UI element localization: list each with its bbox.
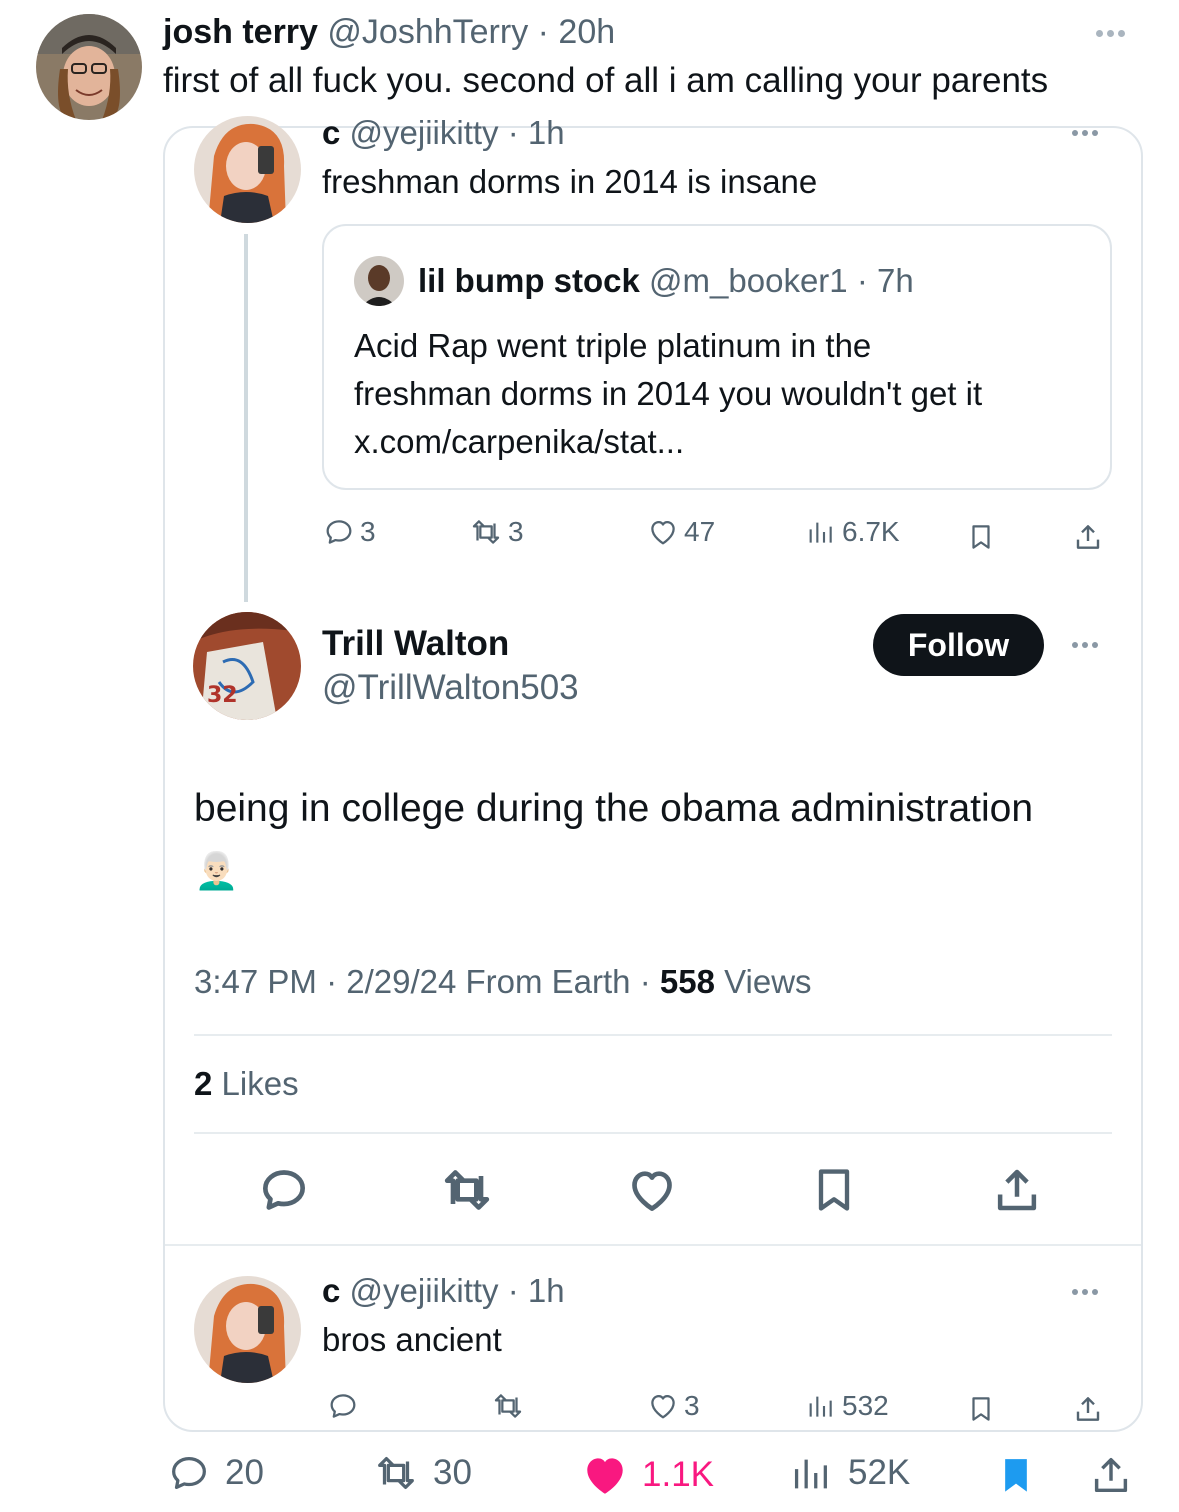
views-icon: [794, 1459, 827, 1489]
nested-author-name[interactable]: lil bump stock: [418, 262, 640, 299]
thread-line: [244, 234, 248, 602]
main-like-button[interactable]: 1.1K: [578, 1450, 714, 1500]
svg-text:32: 32: [207, 683, 238, 708]
avatar-yejiikitty[interactable]: [194, 1276, 301, 1383]
more-icon[interactable]: [1072, 642, 1098, 648]
main-post-text: first of all fuck you. second of all i a…: [163, 61, 1049, 100]
share-icon: [997, 1169, 1037, 1211]
parent-text: freshman dorms in 2014 is insane: [322, 163, 818, 200]
child-author-name[interactable]: c: [322, 1272, 340, 1309]
main-reply-button[interactable]: 20: [163, 1450, 264, 1496]
nested-link[interactable]: x.com/carpenika/stat...: [354, 418, 982, 466]
focused-post-text: being in college during the obama admini…: [194, 787, 1034, 830]
child-like-count: 3: [684, 1390, 700, 1421]
focused-bookmark-button[interactable]: [808, 1162, 860, 1218]
avatar-m-booker1[interactable]: [354, 256, 404, 306]
parent-author-name[interactable]: c: [322, 114, 340, 151]
main-bookmark-button[interactable]: [996, 1450, 1036, 1500]
child-text: bros ancient: [322, 1321, 502, 1358]
share-icon: [1076, 1397, 1100, 1421]
child-author-handle[interactable]: @yejiikitty: [350, 1272, 499, 1309]
main-like-count: 1.1K: [642, 1455, 714, 1494]
like-icon: [632, 1171, 672, 1211]
child-like-button[interactable]: 3: [646, 1389, 700, 1423]
main-repost-button[interactable]: 30: [367, 1450, 472, 1496]
focused-timestamp[interactable]: 3:47 PM · 2/29/24 From Earth ·: [194, 963, 660, 1000]
bookmark-icon: [972, 525, 990, 549]
child-views-button[interactable]: 532: [804, 1389, 889, 1423]
reply-icon: [330, 1394, 356, 1418]
avatar-trill-walton[interactable]: 32: [193, 612, 301, 720]
bookmark-icon: [1005, 1459, 1027, 1492]
parent-views-button[interactable]: 6.7K: [804, 515, 900, 549]
parent-author-handle[interactable]: @yejiikitty: [350, 114, 499, 151]
more-icon[interactable]: [1072, 1289, 1098, 1295]
parent-reply-count: 3: [360, 516, 376, 547]
reply-icon: [263, 1170, 305, 1210]
views-icon: [809, 522, 832, 543]
main-author-handle[interactable]: @JoshhTerry: [327, 13, 528, 51]
follow-button[interactable]: Follow: [873, 614, 1044, 676]
child-share-button[interactable]: [1072, 1392, 1104, 1426]
bookmark-icon: [818, 1169, 850, 1211]
focused-like-button[interactable]: [624, 1162, 680, 1218]
like-icon: [587, 1458, 623, 1494]
like-icon: [651, 1394, 675, 1419]
repost-icon: [378, 1456, 414, 1490]
share-icon: [1094, 1457, 1128, 1493]
child-views-count: 532: [842, 1390, 889, 1421]
main-author-name[interactable]: josh terry: [163, 13, 318, 51]
main-reply-count: 20: [225, 1453, 264, 1492]
main-views-button[interactable]: 52K: [786, 1450, 910, 1496]
divider: [194, 1132, 1112, 1134]
reply-icon: [326, 520, 352, 544]
parent-repost-button[interactable]: 3: [468, 515, 524, 549]
focused-likes-count: 2: [194, 1065, 213, 1102]
nested-author-handle[interactable]: @m_booker1: [649, 262, 848, 299]
focused-author-handle[interactable]: @TrillWalton503: [322, 668, 579, 708]
child-time[interactable]: · 1h: [508, 1272, 565, 1309]
nested-text-line2: freshman dorms in 2014 you wouldn't get …: [354, 375, 983, 412]
share-icon: [1076, 525, 1100, 549]
views-icon: [809, 1396, 832, 1417]
more-icon[interactable]: [1072, 130, 1098, 136]
parent-views-count: 6.7K: [842, 516, 900, 547]
divider: [194, 1034, 1112, 1036]
main-views-count: 52K: [848, 1453, 911, 1492]
repost-icon: [472, 520, 500, 544]
parent-time[interactable]: · 1h: [508, 114, 565, 151]
repost-icon: [494, 1394, 522, 1418]
main-repost-count: 30: [433, 1453, 472, 1492]
avatar-josh-terry[interactable]: [36, 14, 142, 120]
focused-post-emoji: 👨🏻‍🦳: [194, 850, 239, 891]
repost-icon: [444, 1170, 490, 1210]
child-repost-button[interactable]: [490, 1389, 530, 1423]
child-reply-button[interactable]: [326, 1389, 364, 1423]
focused-likes[interactable]: 2 Likes: [194, 1064, 299, 1104]
parent-bookmark-button[interactable]: [966, 520, 996, 554]
divider: [165, 1244, 1141, 1246]
nested-text-line1: Acid Rap went triple platinum in the: [354, 327, 872, 364]
nested-time[interactable]: · 7h: [857, 262, 914, 299]
bookmark-icon: [972, 1397, 990, 1421]
main-share-button[interactable]: [1088, 1452, 1134, 1498]
focused-likes-label: Likes: [212, 1065, 299, 1102]
main-post-time[interactable]: · 20h: [538, 13, 616, 51]
parent-like-count: 47: [684, 516, 716, 547]
focused-author-name[interactable]: Trill Walton: [322, 624, 509, 664]
focused-repost-button[interactable]: [438, 1162, 496, 1218]
parent-share-button[interactable]: [1072, 520, 1104, 554]
focused-reply-button[interactable]: [256, 1162, 312, 1218]
focused-share-button[interactable]: [990, 1162, 1044, 1218]
more-icon[interactable]: [1096, 30, 1125, 37]
focused-views-count: 558: [659, 963, 715, 1000]
parent-like-button[interactable]: 47: [646, 515, 715, 549]
parent-repost-count: 3: [508, 516, 524, 547]
parent-reply-button[interactable]: 3: [322, 515, 376, 549]
like-icon: [651, 520, 675, 545]
focused-views-label: Views: [714, 963, 812, 1000]
child-bookmark-button[interactable]: [966, 1392, 996, 1426]
avatar-yejiikitty[interactable]: [194, 116, 301, 223]
reply-icon: [172, 1456, 206, 1490]
